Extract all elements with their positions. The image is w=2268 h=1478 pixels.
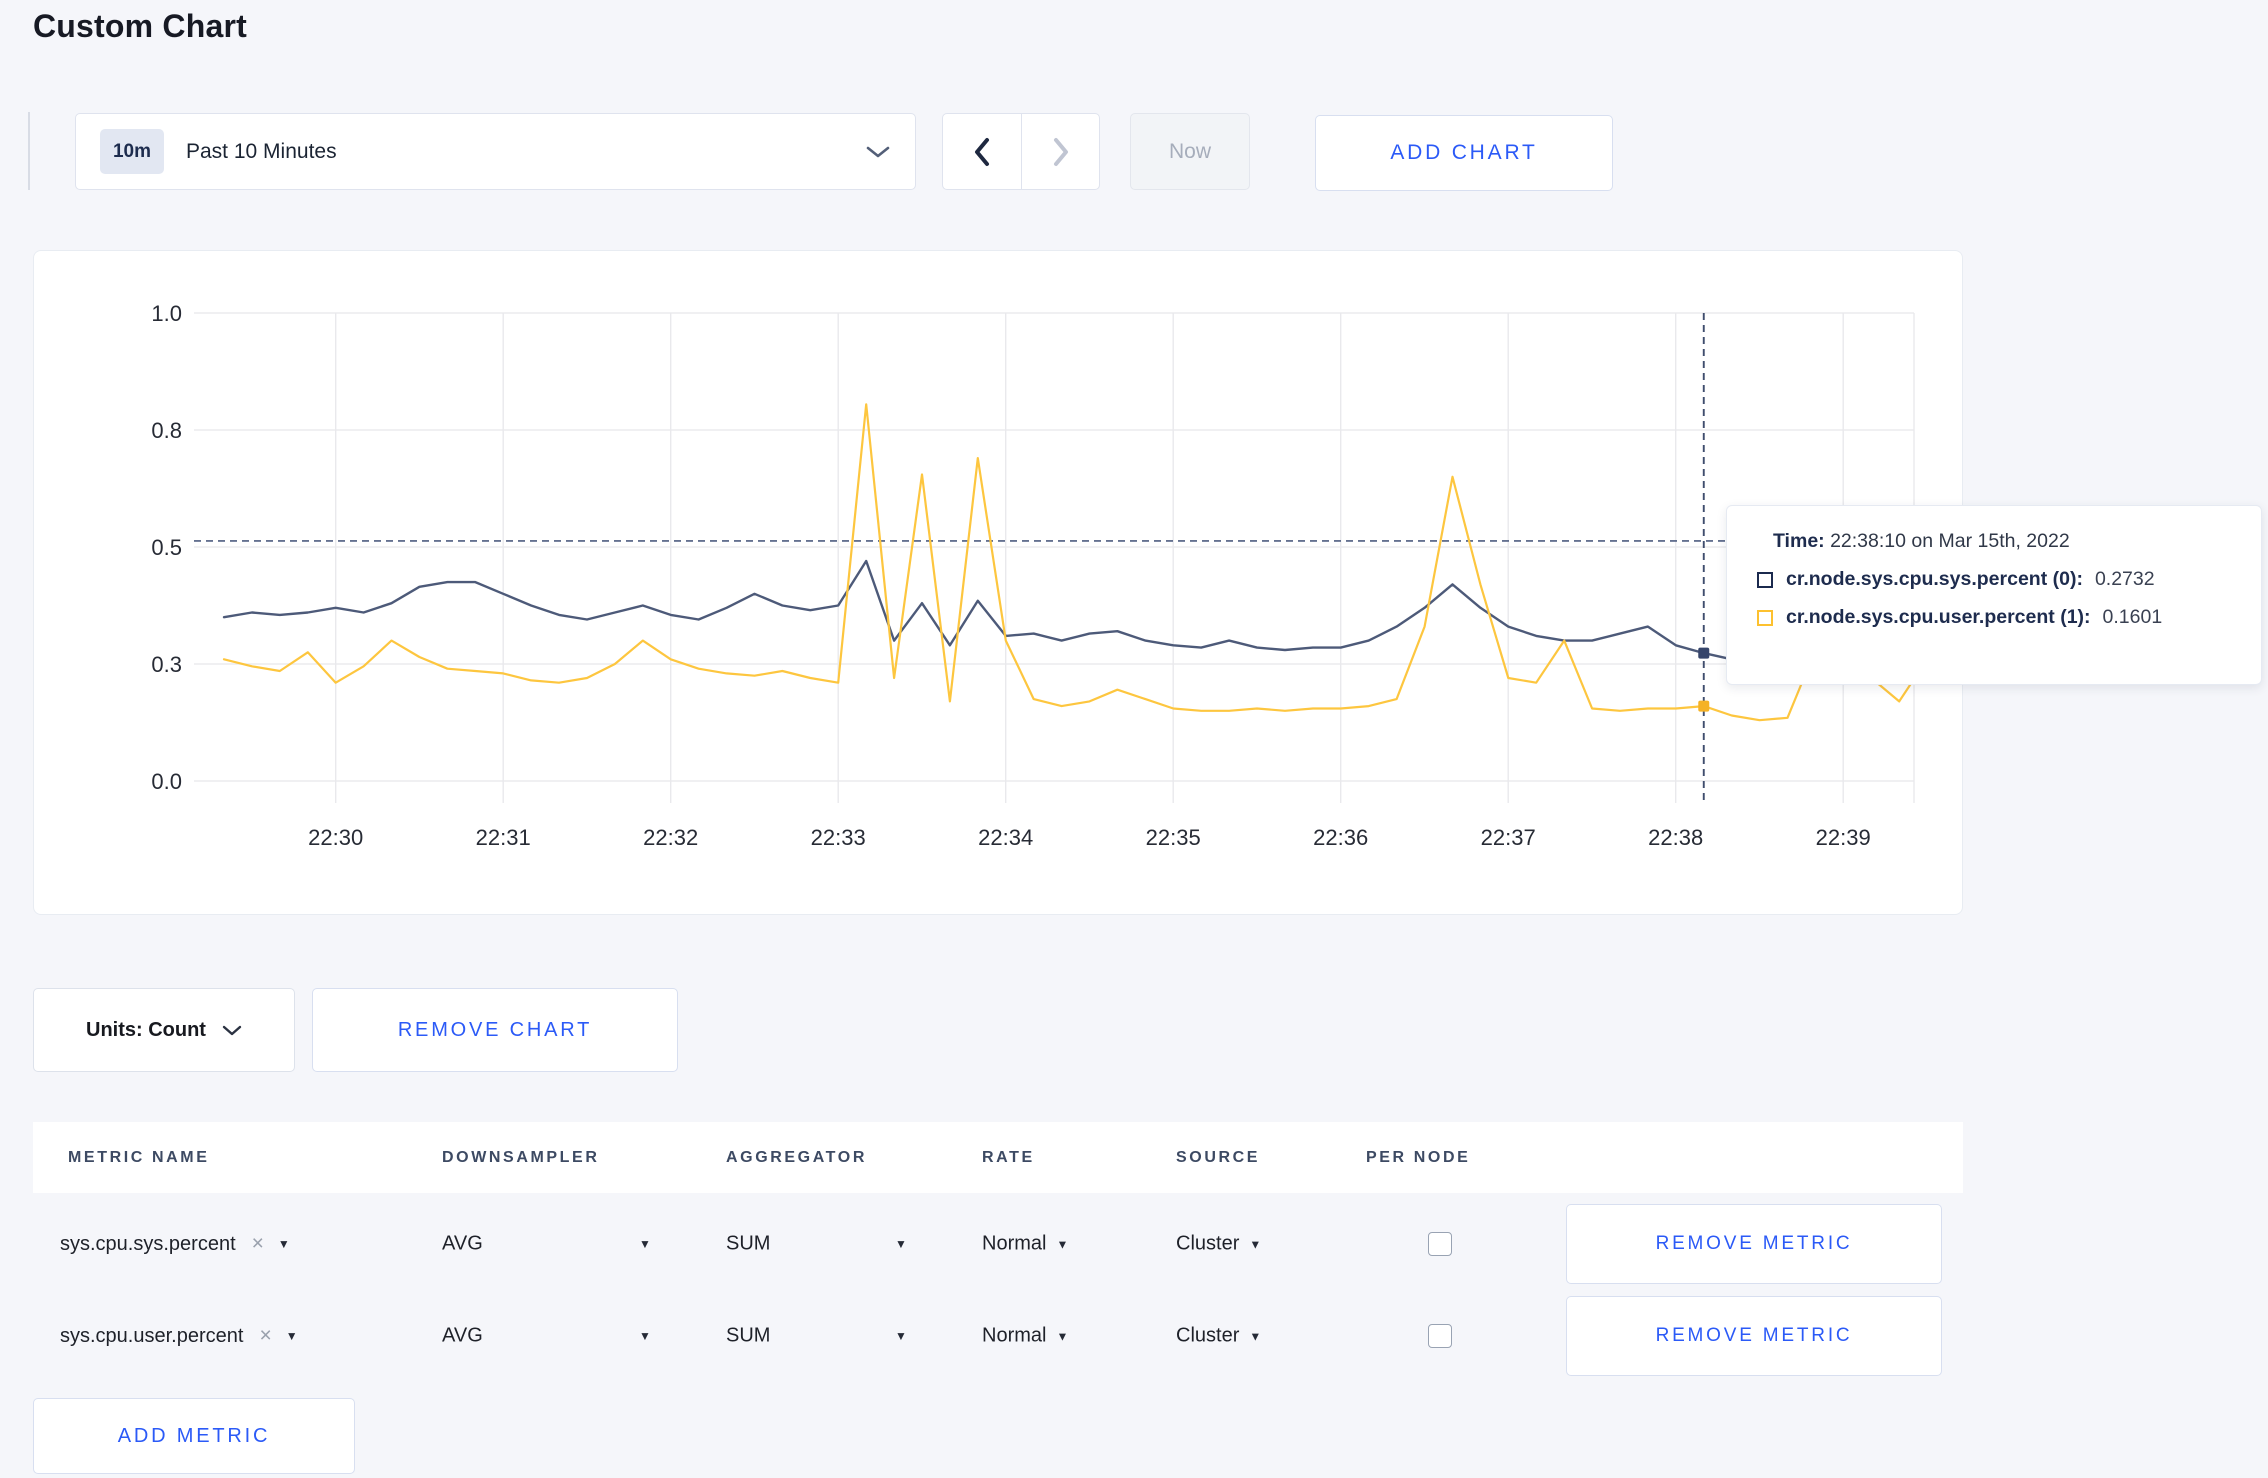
rate-value: Normal: [982, 1232, 1047, 1255]
toolbar-divider: [28, 112, 30, 190]
y-axis-tick-label: 1.0: [151, 301, 182, 326]
rate-value: Normal: [982, 1324, 1047, 1347]
remove-metric-button[interactable]: REMOVE METRIC: [1566, 1296, 1942, 1376]
source-value: Cluster: [1176, 1232, 1240, 1255]
series-legend-square-icon: [1757, 609, 1773, 626]
metric-name-dropdown[interactable]: sys.cpu.user.percent × ▼: [60, 1324, 298, 1348]
hover-point-cr.node.sys.cpu.user.percent: [1698, 700, 1710, 712]
remove-chart-button[interactable]: REMOVE CHART: [312, 988, 678, 1072]
metric-row: sys.cpu.user.percent × ▼ AVG ▼ SUM ▼ Normal ▼ Clu…: [33, 1290, 1963, 1382]
source-dropdown[interactable]: Cluster ▼: [1176, 1325, 1261, 1348]
metric-name-dropdown[interactable]: sys.cpu.sys.percent × ▼: [60, 1232, 290, 1256]
tooltip-series-name: cr.node.sys.cpu.sys.percent (0):: [1786, 568, 2083, 590]
add-chart-button[interactable]: ADD CHART: [1315, 115, 1613, 191]
units-dropdown[interactable]: Units: Count: [33, 988, 295, 1072]
column-header-aggregator: AGGREGATOR: [726, 1148, 867, 1166]
y-axis-tick-label: 0.5: [151, 535, 182, 560]
column-header-rate: RATE: [982, 1148, 1035, 1166]
x-axis-tick-label: 22:35: [1146, 825, 1201, 850]
time-window-badge: 10m: [100, 129, 164, 174]
page-title: Custom Chart: [33, 8, 247, 44]
dropdown-caret-icon: ▼: [639, 1329, 651, 1343]
aggregator-value: SUM: [726, 1324, 771, 1347]
prev-time-button[interactable]: [943, 114, 1021, 189]
source-value: Cluster: [1176, 1324, 1240, 1347]
series-line-cr.node.sys.cpu.sys.percent: [222, 559, 1929, 661]
metrics-table-header: METRIC NAME DOWNSAMPLER AGGREGATOR RATE SOUR…: [33, 1122, 1963, 1193]
tooltip-series-value: 0.2732: [2094, 568, 2155, 590]
aggregator-value: SUM: [726, 1232, 771, 1255]
metric-row: sys.cpu.sys.percent × ▼ AVG ▼ SUM ▼ Normal ▼ Clus…: [33, 1198, 1963, 1290]
x-axis-tick-label: 22:37: [1481, 825, 1536, 850]
units-label: Units: Count: [86, 1018, 206, 1041]
y-axis-tick-label: 0.0: [151, 769, 182, 794]
dropdown-caret-icon: ▼: [895, 1329, 907, 1343]
x-axis-tick-label: 22:33: [811, 825, 866, 850]
chart-hover-tooltip: Time: 22:38:10 on Mar 15th, 2022 cr.node…: [1726, 505, 2262, 685]
tooltip-series-name: cr.node.sys.cpu.user.percent (1):: [1786, 606, 2091, 628]
timeseries-chart[interactable]: 0.0 0.3 0.5 0.8 1.0 22:30 22:31 22:32 22:33 22:34…: [34, 251, 1964, 916]
time-window-label: Past 10 Minutes: [186, 139, 337, 163]
aggregator-dropdown[interactable]: SUM: [726, 1233, 770, 1256]
tooltip-series-row: cr.node.sys.cpu.sys.percent (0): 0.2732: [1757, 568, 2233, 591]
aggregator-dropdown[interactable]: SUM: [726, 1325, 770, 1348]
column-header-per-node: PER NODE: [1366, 1148, 1471, 1166]
chart-card: 0.0 0.3 0.5 0.8 1.0 22:30 22:31 22:32 22:33 22:34…: [33, 250, 1963, 915]
rate-dropdown[interactable]: Normal ▼: [982, 1325, 1068, 1348]
column-header-source: SOURCE: [1176, 1148, 1261, 1166]
chevron-down-icon: [865, 144, 891, 160]
downsampler-value: AVG: [442, 1232, 483, 1255]
y-axis-tick-label: 0.3: [151, 652, 182, 677]
y-axis-tick-label: 0.8: [151, 418, 182, 443]
x-axis-tick-label: 22:38: [1648, 825, 1703, 850]
x-axis-tick-label: 22:30: [308, 825, 363, 850]
dropdown-caret-icon: ▼: [277, 1237, 290, 1251]
tooltip-series-value: 0.1601: [2102, 606, 2163, 628]
downsampler-value: AVG: [442, 1324, 483, 1347]
x-axis-tick-label: 22:34: [978, 825, 1033, 850]
dropdown-caret-icon: ▼: [1249, 1237, 1262, 1251]
metric-name-label: sys.cpu.sys.percent: [60, 1232, 236, 1255]
series-legend-square-icon: [1757, 571, 1773, 588]
x-axis-tick-label: 22:39: [1816, 825, 1871, 850]
chevron-right-icon: [1051, 137, 1071, 167]
tooltip-series-row: cr.node.sys.cpu.user.percent (1): 0.1601: [1757, 606, 2233, 629]
tooltip-time-label: Time:: [1773, 530, 1825, 552]
clear-metric-x-icon[interactable]: ×: [259, 1324, 271, 1348]
clear-metric-x-icon[interactable]: ×: [252, 1232, 264, 1256]
now-button[interactable]: Now: [1130, 113, 1250, 190]
metric-name-label: sys.cpu.user.percent: [60, 1324, 244, 1347]
dropdown-caret-icon: ▼: [1056, 1329, 1069, 1343]
next-time-button[interactable]: [1021, 114, 1099, 189]
x-axis-tick-label: 22:36: [1313, 825, 1368, 850]
hover-point-cr.node.sys.cpu.sys.percent: [1698, 647, 1710, 659]
source-dropdown[interactable]: Cluster ▼: [1176, 1233, 1261, 1256]
time-pager: [942, 113, 1100, 190]
dropdown-caret-icon: ▼: [285, 1329, 298, 1343]
chevron-down-icon: [222, 1024, 242, 1037]
column-header-downsampler: DOWNSAMPLER: [442, 1148, 600, 1166]
series-line-cr.node.sys.cpu.user.percent: [222, 403, 1929, 722]
dropdown-caret-icon: ▼: [895, 1237, 907, 1251]
dropdown-caret-icon: ▼: [639, 1237, 651, 1251]
rate-dropdown[interactable]: Normal ▼: [982, 1233, 1068, 1256]
downsampler-dropdown[interactable]: AVG: [442, 1325, 483, 1348]
downsampler-dropdown[interactable]: AVG: [442, 1233, 483, 1256]
dropdown-caret-icon: ▼: [1249, 1329, 1262, 1343]
dropdown-caret-icon: ▼: [1056, 1237, 1069, 1251]
x-axis-tick-label: 22:32: [643, 825, 698, 850]
x-axis-tick-label: 22:31: [476, 825, 531, 850]
remove-metric-button[interactable]: REMOVE METRIC: [1566, 1204, 1942, 1284]
tooltip-time-value: 22:38:10 on Mar 15th, 2022: [1830, 530, 2070, 552]
time-range-dropdown[interactable]: 10m Past 10 Minutes: [75, 113, 916, 190]
column-header-metric-name: METRIC NAME: [68, 1148, 210, 1166]
chevron-left-icon: [972, 137, 992, 167]
per-node-checkbox[interactable]: [1428, 1324, 1452, 1348]
add-metric-button[interactable]: ADD METRIC: [33, 1398, 355, 1474]
per-node-checkbox[interactable]: [1428, 1232, 1452, 1256]
